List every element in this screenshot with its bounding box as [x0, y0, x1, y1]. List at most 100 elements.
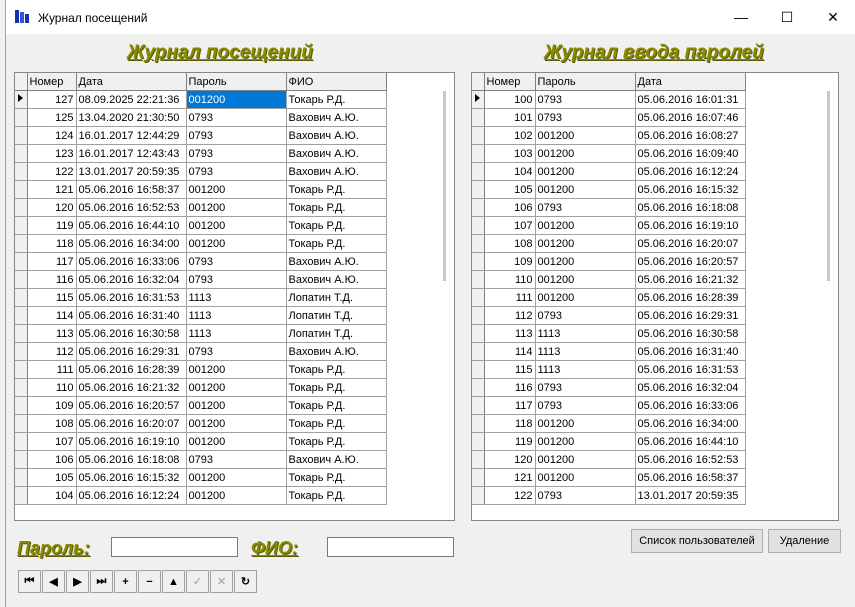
table-row[interactable]: 114 05.06.2016 16:31:40 1113 Лопатин Т.Д. [15, 306, 387, 325]
table-cell[interactable]: 05.06.2016 16:30:58 [76, 324, 187, 343]
table-row[interactable]: 104 05.06.2016 16:12:24 001200 Токарь Р.Д. [15, 486, 387, 505]
row-indicator[interactable] [15, 396, 28, 415]
table-cell[interactable]: 05.06.2016 16:09:40 [635, 144, 746, 163]
row-indicator[interactable] [472, 396, 485, 415]
table-cell[interactable]: 118 [484, 414, 536, 433]
table-cell[interactable]: 05.06.2016 16:20:07 [76, 414, 187, 433]
table-cell[interactable]: 05.06.2016 16:58:37 [635, 468, 746, 487]
row-indicator[interactable] [15, 342, 28, 361]
table-row[interactable]: 118 05.06.2016 16:34:00 001200 Токарь Р.Д. [15, 234, 387, 253]
table-cell[interactable]: Токарь Р.Д. [286, 396, 387, 415]
table-cell[interactable]: Лопатин Т.Д. [286, 324, 387, 343]
table-cell[interactable]: 0793 [535, 90, 636, 109]
table-cell[interactable]: 119 [27, 216, 77, 235]
table-row[interactable]: 124 16.01.2017 12:44:29 0793 Вахович А.Ю. [15, 126, 387, 145]
table-row[interactable]: 107 001200 05.06.2016 16:19:10 [472, 216, 746, 235]
cancel-record-icon[interactable]: ✕ [210, 570, 233, 593]
table-cell[interactable]: 108 [484, 234, 536, 253]
table-cell[interactable]: 001200 [535, 144, 636, 163]
table-row[interactable]: 121 05.06.2016 16:58:37 001200 Токарь Р.Д. [15, 180, 387, 199]
table-row[interactable]: 125 13.04.2020 21:30:50 0793 Вахович А.Ю. [15, 108, 387, 127]
table-cell[interactable]: 117 [484, 396, 536, 415]
row-indicator[interactable] [15, 432, 28, 451]
table-cell[interactable]: 05.06.2016 16:34:00 [635, 414, 746, 433]
table-row[interactable]: 108 05.06.2016 16:20:07 001200 Токарь Р.Д. [15, 414, 387, 433]
table-cell[interactable]: Токарь Р.Д. [286, 360, 387, 379]
row-indicator[interactable] [472, 468, 485, 487]
table-cell[interactable]: 05.06.2016 16:58:37 [76, 180, 187, 199]
row-indicator[interactable] [15, 486, 28, 505]
table-cell[interactable]: 16.01.2017 12:44:29 [76, 126, 187, 145]
table-cell[interactable]: 05.06.2016 16:30:58 [635, 324, 746, 343]
row-indicator[interactable] [472, 216, 485, 235]
table-cell[interactable]: 05.06.2016 16:12:24 [635, 162, 746, 181]
table-cell[interactable]: 001200 [535, 162, 636, 181]
table-cell[interactable]: 001200 [535, 270, 636, 289]
table-cell[interactable]: 112 [484, 306, 536, 325]
row-indicator[interactable] [472, 324, 485, 343]
row-indicator[interactable] [472, 108, 485, 127]
first-record-icon[interactable]: ⏮ [18, 570, 41, 593]
row-indicator[interactable] [472, 378, 485, 397]
table-cell[interactable]: 118 [27, 234, 77, 253]
row-indicator[interactable] [472, 414, 485, 433]
table-cell[interactable]: 05.06.2016 16:20:57 [635, 252, 746, 271]
table-row[interactable]: 122 13.01.2017 20:59:35 0793 Вахович А.Ю. [15, 162, 387, 181]
table-row[interactable]: 119 001200 05.06.2016 16:44:10 [472, 432, 746, 451]
table-cell[interactable]: Вахович А.Ю. [286, 252, 387, 271]
table-cell[interactable]: Токарь Р.Д. [286, 378, 387, 397]
row-indicator[interactable] [15, 414, 28, 433]
row-indicator[interactable] [472, 306, 485, 325]
prior-record-icon[interactable]: ◀ [42, 570, 65, 593]
insert-record-icon[interactable]: + [114, 570, 137, 593]
table-cell[interactable]: 05.06.2016 16:21:32 [635, 270, 746, 289]
table-cell[interactable]: 05.06.2016 16:15:32 [76, 468, 187, 487]
table-cell[interactable]: 05.06.2016 16:44:10 [76, 216, 187, 235]
table-cell[interactable]: 001200 [186, 360, 287, 379]
table-row[interactable]: 111 05.06.2016 16:28:39 001200 Токарь Р.Д. [15, 360, 387, 379]
table-cell[interactable]: 05.06.2016 16:19:10 [635, 216, 746, 235]
column-header[interactable]: Пароль [186, 73, 287, 91]
table-row[interactable]: 108 001200 05.06.2016 16:20:07 [472, 234, 746, 253]
table-row[interactable]: 112 0793 05.06.2016 16:29:31 [472, 306, 746, 325]
table-cell[interactable]: Вахович А.Ю. [286, 162, 387, 181]
fio-filter-input[interactable] [327, 537, 454, 557]
table-cell[interactable]: 05.06.2016 16:32:04 [76, 270, 187, 289]
minimize-button[interactable]: — [718, 0, 764, 34]
table-cell[interactable]: 05.06.2016 16:01:31 [635, 90, 746, 109]
table-row[interactable]: 127 08.09.2025 22:21:36 001200 Токарь Р.Д. [15, 90, 387, 109]
table-cell[interactable]: 1113 [186, 288, 287, 307]
table-cell[interactable]: 122 [484, 486, 536, 505]
close-button[interactable]: ✕ [810, 0, 855, 34]
table-cell[interactable]: 120 [27, 198, 77, 217]
table-cell[interactable]: 123 [27, 144, 77, 163]
table-cell[interactable]: 119 [484, 432, 536, 451]
table-cell[interactable]: 05.06.2016 16:19:10 [76, 432, 187, 451]
table-cell[interactable]: 05.06.2016 16:32:04 [635, 378, 746, 397]
row-indicator[interactable] [15, 108, 28, 127]
table-row[interactable]: 109 001200 05.06.2016 16:20:57 [472, 252, 746, 271]
row-indicator[interactable] [472, 180, 485, 199]
row-indicator[interactable] [472, 144, 485, 163]
table-cell[interactable]: 110 [484, 270, 536, 289]
passwords-grid[interactable]: Номер Пароль Дата 100 0793 05.06.2016 16:0… [471, 72, 839, 521]
table-cell[interactable]: 05.06.2016 16:34:00 [76, 234, 187, 253]
row-indicator[interactable] [472, 432, 485, 451]
table-cell[interactable]: 127 [27, 90, 77, 109]
table-cell[interactable]: 05.06.2016 16:18:08 [635, 198, 746, 217]
table-cell[interactable]: Вахович А.Ю. [286, 108, 387, 127]
table-cell[interactable]: 108 [27, 414, 77, 433]
table-row[interactable]: 122 0793 13.01.2017 20:59:35 [472, 486, 746, 505]
table-cell[interactable]: 124 [27, 126, 77, 145]
table-cell[interactable]: Токарь Р.Д. [286, 198, 387, 217]
table-cell[interactable]: 001200 [186, 396, 287, 415]
table-row[interactable]: 121 001200 05.06.2016 16:58:37 [472, 468, 746, 487]
table-cell[interactable]: 001200 [186, 378, 287, 397]
table-row[interactable]: 115 1113 05.06.2016 16:31:53 [472, 360, 746, 379]
table-cell[interactable]: 05.06.2016 16:44:10 [635, 432, 746, 451]
table-row[interactable]: 113 1113 05.06.2016 16:30:58 [472, 324, 746, 343]
table-cell[interactable]: 116 [484, 378, 536, 397]
row-indicator[interactable] [472, 486, 485, 505]
table-row[interactable]: 115 05.06.2016 16:31:53 1113 Лопатин Т.Д. [15, 288, 387, 307]
table-cell[interactable]: 105 [27, 468, 77, 487]
